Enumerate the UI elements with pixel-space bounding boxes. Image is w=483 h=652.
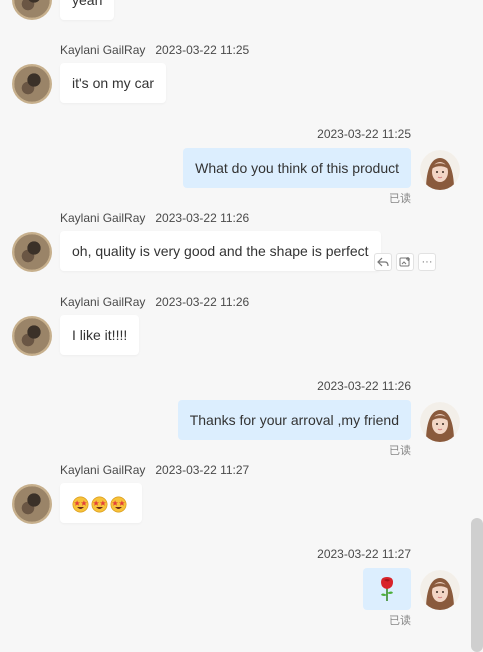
rose-emoji (381, 577, 393, 601)
sender-name: Kaylani GailRay (60, 295, 146, 309)
message-time: 2023-03-22 11:27 (155, 463, 250, 477)
contact-avatar[interactable] (12, 232, 52, 272)
read-status: 已读 (389, 615, 411, 627)
message-bubble-incoming[interactable]: I like it!!!! (60, 315, 140, 355)
vertical-scrollbar-thumb[interactable] (471, 518, 483, 652)
message-bubble-incoming[interactable]: it's on my car (60, 63, 167, 103)
contact-avatar[interactable] (12, 64, 52, 104)
my-avatar[interactable] (420, 570, 460, 610)
sender-name: Kaylani GailRay (60, 43, 146, 57)
user-portrait-icon (420, 150, 460, 190)
read-status: 已读 (389, 193, 411, 205)
message-time: 2023-03-22 11:27 (317, 547, 411, 561)
contact-avatar[interactable] (12, 316, 52, 356)
star-struck-emoji (91, 496, 108, 513)
message-meta: Kaylani GailRay 2023-03-22 11:26 (60, 211, 249, 225)
add-to-note-icon[interactable] (396, 253, 414, 271)
message-bubble-incoming[interactable] (60, 483, 142, 523)
contact-avatar[interactable] (12, 0, 52, 20)
message-time: 2023-03-22 11:25 (155, 43, 250, 57)
message-bubble-incoming[interactable]: oh, quality is very good and the shape i… (60, 231, 381, 271)
message-time: 2023-03-22 11:26 (155, 295, 250, 309)
chat-message-list[interactable]: yeah Kaylani GailRay 2023-03-22 11:25 it'… (0, 0, 483, 652)
my-avatar[interactable] (420, 150, 460, 190)
more-icon[interactable]: ··· (418, 253, 436, 271)
message-time: 2023-03-22 11:26 (317, 379, 411, 393)
star-struck-emoji (110, 496, 127, 513)
my-avatar[interactable] (420, 402, 460, 442)
message-bubble-outgoing[interactable] (363, 568, 411, 610)
message-actions: ··· (374, 253, 436, 271)
message-time: 2023-03-22 11:25 (317, 127, 411, 141)
message-time: 2023-03-22 11:26 (155, 211, 250, 225)
message-meta: Kaylani GailRay 2023-03-22 11:25 (60, 43, 249, 57)
message-bubble-outgoing[interactable]: What do you think of this product (183, 148, 411, 188)
user-portrait-icon (420, 570, 460, 610)
user-portrait-icon (420, 402, 460, 442)
message-bubble-incoming[interactable]: yeah (60, 0, 115, 20)
read-status: 已读 (389, 445, 411, 457)
message-meta: Kaylani GailRay 2023-03-22 11:26 (60, 295, 249, 309)
contact-avatar[interactable] (12, 484, 52, 524)
sender-name: Kaylani GailRay (60, 463, 146, 477)
star-struck-emoji (72, 496, 89, 513)
message-meta: Kaylani GailRay 2023-03-22 11:27 (60, 463, 249, 477)
sender-name: Kaylani GailRay (60, 211, 146, 225)
message-bubble-outgoing[interactable]: Thanks for your arroval ,my friend (177, 400, 411, 440)
reply-icon[interactable] (374, 253, 392, 271)
